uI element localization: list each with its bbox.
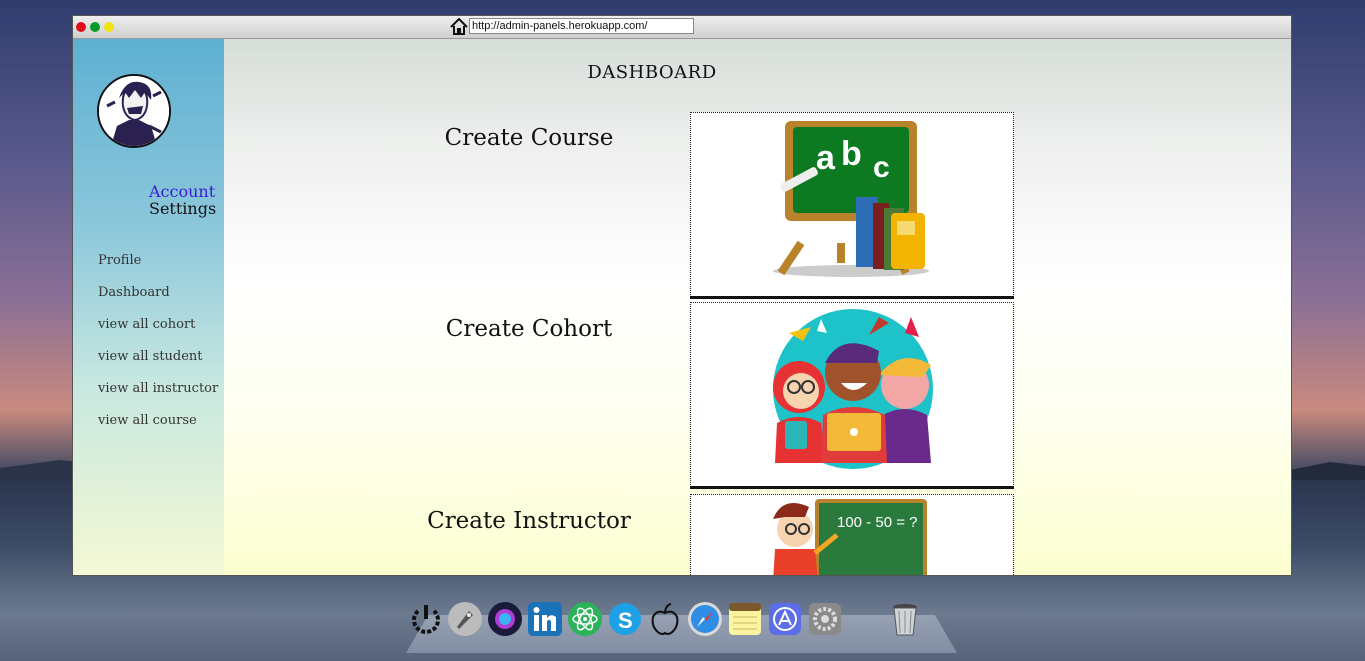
svg-text:b: b <box>841 135 862 173</box>
sidebar-item-view-all-student[interactable]: view all student <box>98 347 218 379</box>
trash-icon[interactable] <box>887 601 923 637</box>
notes-icon[interactable] <box>727 601 763 637</box>
close-button[interactable] <box>76 22 86 32</box>
account-label: Account <box>149 182 216 201</box>
sidebar-item-profile[interactable]: Profile <box>98 251 218 283</box>
sidebar-item-view-all-cohort[interactable]: view all cohort <box>98 315 218 347</box>
siri-icon[interactable] <box>487 601 523 637</box>
card-divider <box>690 486 1014 489</box>
atom-icon[interactable] <box>567 601 603 637</box>
app-store-icon[interactable] <box>767 601 803 637</box>
browser-titlebar: http://admin-panels.herokuapp.com/ <box>73 16 1291 39</box>
skype-icon[interactable]: S <box>607 601 643 637</box>
create-instructor-label[interactable]: Create Instructor <box>379 508 679 534</box>
sidebar-item-dashboard[interactable]: Dashboard <box>98 283 218 315</box>
svg-text:c: c <box>873 151 890 184</box>
safari-icon[interactable] <box>687 601 723 637</box>
browser-window: http://admin-panels.herokuapp.com/ Accou… <box>72 15 1292 576</box>
linkedin-icon[interactable] <box>527 601 563 637</box>
students-group-icon <box>773 309 933 469</box>
dock: S <box>406 597 957 653</box>
create-cohort-card[interactable] <box>690 302 1014 487</box>
board-equation: 100 - 50 = ? <box>837 514 917 531</box>
chalkboard-abc-icon: a b c <box>773 121 929 277</box>
create-cohort-label[interactable]: Create Cohort <box>379 316 679 342</box>
settings-icon[interactable] <box>807 601 843 637</box>
avatar[interactable] <box>97 74 171 148</box>
apple-icon[interactable] <box>647 601 683 637</box>
address-bar[interactable]: http://admin-panels.herokuapp.com/ <box>469 18 694 34</box>
card-divider <box>690 296 1014 299</box>
create-instructor-card[interactable]: 100 - 50 = ? <box>690 494 1014 575</box>
minimize-button[interactable] <box>104 22 114 32</box>
svg-text:a: a <box>816 139 836 177</box>
teacher-math-board-icon: 100 - 50 = ? <box>773 499 927 575</box>
create-course-card[interactable]: a b c <box>690 112 1014 297</box>
maximize-button[interactable] <box>90 22 100 32</box>
avatar-illustration <box>99 76 169 146</box>
home-icon[interactable] <box>450 18 468 35</box>
rocket-icon[interactable] <box>447 601 483 637</box>
sidebar: Account Settings Profile Dashboard view … <box>73 39 224 575</box>
sidebar-item-view-all-course[interactable]: view all course <box>98 411 218 443</box>
create-course-label[interactable]: Create Course <box>379 125 679 151</box>
svg-text:S: S <box>618 608 633 633</box>
main-content: DASHBOARD Create Course a b c Create Coh… <box>224 39 1291 575</box>
power-icon[interactable] <box>408 601 444 637</box>
sidebar-nav: Profile Dashboard view all cohort view a… <box>98 251 218 443</box>
sidebar-item-view-all-instructor[interactable]: view all instructor <box>98 379 218 411</box>
page-title: DASHBOARD <box>587 62 717 83</box>
settings-label: Settings <box>149 199 217 218</box>
account-settings-heading: Account Settings <box>149 182 217 218</box>
